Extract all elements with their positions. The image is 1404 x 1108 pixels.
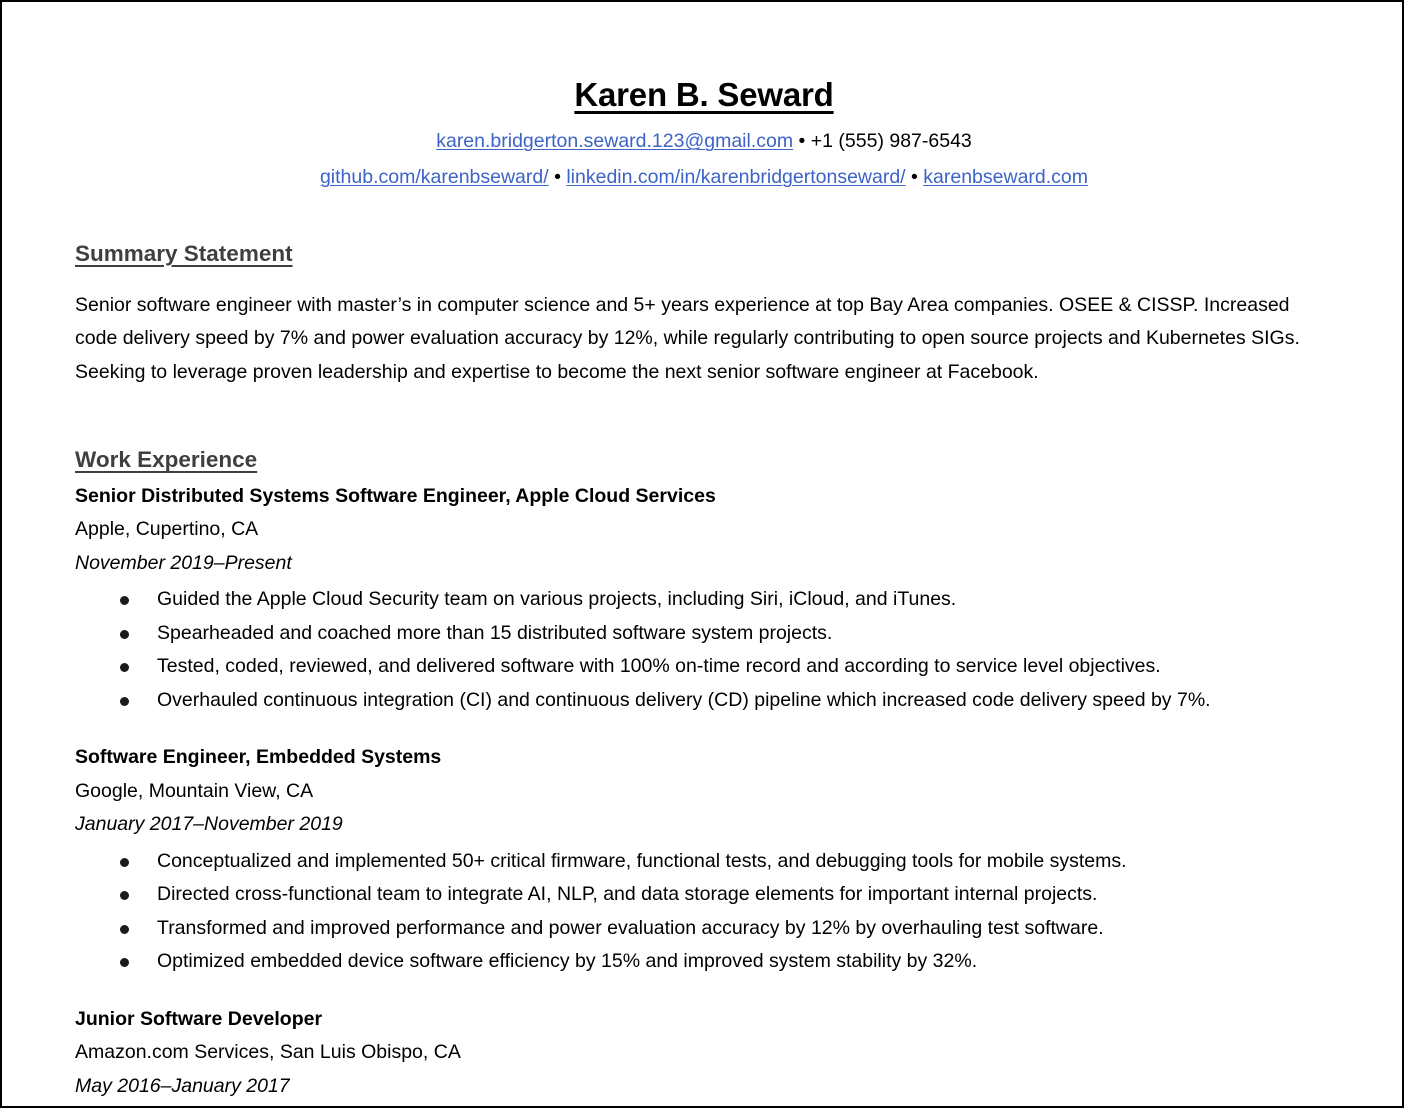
contact-separator-bullet-2: • [554, 165, 561, 188]
resume-content: Karen B. Seward karen.bridgerton.seward.… [75, 2, 1333, 1103]
job-entry: Senior Distributed Systems Software Engi… [75, 480, 1333, 718]
bullet-item: Transformed and improved performance and… [75, 912, 1333, 946]
job-dates: January 2017–November 2019 [75, 813, 343, 836]
resume-page: Karen B. Seward karen.bridgerton.seward.… [0, 0, 1404, 1108]
bullet-text: Directed cross-functional team to integr… [157, 883, 1098, 906]
job-title: Senior Distributed Systems Software Engi… [75, 484, 716, 507]
summary-paragraph: Senior software engineer with master’s i… [75, 293, 1300, 383]
candidate-name: Karen B. Seward [75, 78, 1333, 111]
job-entry: Software Engineer, Embedded Systems Goog… [75, 741, 1333, 979]
bullet-item: Spearheaded and coached more than 15 dis… [75, 617, 1333, 651]
candidate-name-text: Karen B. Seward [574, 76, 834, 113]
bullet-text: Transformed and improved performance and… [157, 916, 1104, 939]
bullet-item: Optimized embedded device software effic… [75, 945, 1333, 979]
contact-separator-bullet-3: • [911, 165, 918, 188]
bullet-text: Optimized embedded device software effic… [157, 950, 978, 973]
contact-line-email-phone: karen.bridgerton.seward.123@gmail.com • … [75, 130, 1333, 152]
bullet-dot-icon [120, 857, 129, 867]
bullet-dot-icon [120, 596, 129, 605]
bullet-item: Directed cross-functional team to integr… [75, 878, 1333, 912]
bullet-item: Tested, coded, reviewed, and delivered s… [75, 650, 1333, 684]
job-dates: May 2016–January 2017 [75, 1074, 290, 1097]
bullet-text: Conceptualized and implemented 50+ criti… [157, 849, 1127, 872]
bullet-dot-icon [120, 696, 129, 706]
job-bullet-list: Conceptualized and implemented 50+ criti… [75, 845, 1333, 979]
bullet-text: Spearheaded and coached more than 15 dis… [157, 621, 833, 644]
bullet-dot-icon [120, 629, 129, 639]
job-bullet-list: Guided the Apple Cloud Security team on … [75, 583, 1333, 717]
section-heading-summary: Summary Statement [75, 241, 293, 266]
job-entry: Junior Software Developer Amazon.com Ser… [75, 1003, 1333, 1103]
bullet-item: Overhauled continuous integration (CI) a… [75, 684, 1333, 718]
bullet-item: Guided the Apple Cloud Security team on … [75, 583, 1333, 617]
contact-line-social: github.com/karenbseward/ • linkedin.com/… [75, 165, 1333, 188]
section-heading-work-experience: Work Experience [75, 447, 258, 473]
bullet-text: Tested, coded, reviewed, and delivered s… [157, 655, 1161, 678]
github-link[interactable]: github.com/karenbseward/ [320, 166, 549, 188]
email-link[interactable]: karen.bridgerton.seward.123@gmail.com [436, 130, 793, 152]
job-company: Google, Mountain View, CA [75, 779, 314, 802]
bullet-text: Overhauled continuous integration (CI) a… [157, 688, 1211, 711]
job-company: Apple, Cupertino, CA [75, 518, 259, 541]
job-company: Amazon.com Services, San Luis Obispo, CA [75, 1041, 461, 1064]
bullet-dot-icon [120, 891, 129, 901]
linkedin-link[interactable]: linkedin.com/in/karenbridgertonseward/ [566, 166, 905, 188]
job-title: Software Engineer, Embedded Systems [75, 746, 442, 769]
job-title: Junior Software Developer [75, 1007, 323, 1030]
phone-number: +1 (555) 987-6543 [810, 130, 972, 152]
website-link[interactable]: karenbseward.com [923, 166, 1088, 188]
bullet-text: Guided the Apple Cloud Security team on … [157, 588, 957, 610]
bullet-dot-icon [120, 924, 129, 934]
bullet-item: Conceptualized and implemented 50+ criti… [75, 845, 1333, 879]
bullet-dot-icon [120, 663, 129, 673]
bullet-dot-icon [120, 958, 129, 968]
job-dates: November 2019–Present [75, 551, 292, 574]
